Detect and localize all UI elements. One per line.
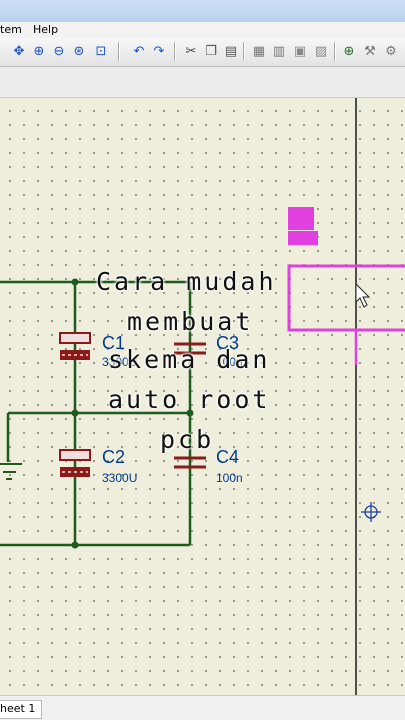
ground-symbol xyxy=(0,463,22,480)
c4-value-label: 100n xyxy=(216,471,243,485)
junction-dot xyxy=(71,541,79,549)
junction-dot xyxy=(71,409,79,417)
c2-value-label: 3300U xyxy=(102,471,137,485)
c4-ref-label: C4 xyxy=(216,447,239,467)
c1-ref-label: C1 xyxy=(102,333,125,353)
c3-ref-label: C3 xyxy=(216,333,239,353)
selection-highlight xyxy=(287,207,405,365)
status-bar: heet 1 xyxy=(0,695,405,720)
wires xyxy=(0,280,192,547)
schematic-drawing: C1 3300U C2 3300U C3 100n C4 100n xyxy=(0,98,405,695)
junction-dot xyxy=(186,409,194,417)
c3-value-label: 100n xyxy=(216,355,243,369)
sheet-tab[interactable]: heet 1 xyxy=(0,700,43,719)
c1-value-label: 3300U xyxy=(102,355,137,369)
origin-marker-icon xyxy=(361,502,381,522)
mouse-cursor-icon xyxy=(355,282,371,308)
app-window: tem Help ✥ ⊕ ⊖ ⊛ ⊡ ↶ ↷ ✂ ❐ ▤ ▦ ▥ ▣ ▨ ⊕ ⚒… xyxy=(0,0,405,720)
junction-dot xyxy=(71,278,79,286)
c2-ref-label: C2 xyxy=(102,447,125,467)
